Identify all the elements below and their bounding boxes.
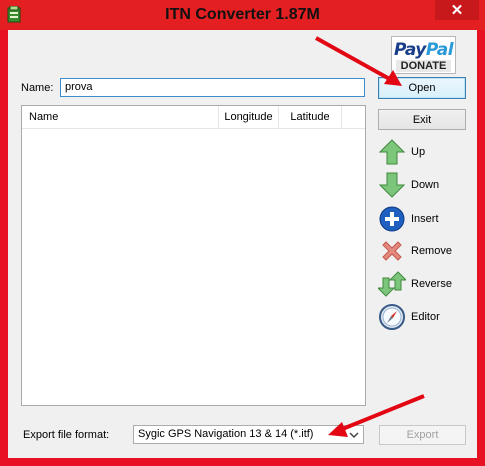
reverse-label: Reverse (411, 278, 452, 290)
arrow-up-icon (378, 139, 406, 165)
reverse-arrows-icon (378, 271, 406, 297)
editor-button[interactable]: Editor (378, 303, 468, 331)
export-format-value: Sygic GPS Navigation 13 & 14 (*.itf) (138, 428, 314, 440)
up-label: Up (411, 146, 426, 158)
editor-label: Editor (411, 311, 440, 323)
paypal-donate-button[interactable]: PayPal DONATE (391, 36, 456, 74)
client-area: PayPal DONATE Name: prova Open Exit Name… (8, 30, 477, 458)
list-header: Name Longitude Latitude (22, 106, 365, 129)
donate-label: DONATE (396, 60, 451, 72)
arrow-down-icon (378, 172, 406, 198)
waypoint-list[interactable]: Name Longitude Latitude (21, 105, 366, 406)
title-bar[interactable]: ITN Converter 1.87M ✕ (0, 0, 485, 30)
name-input[interactable]: prova (60, 78, 365, 97)
insert-label: Insert (411, 213, 439, 225)
window-title: ITN Converter 1.87M (165, 6, 320, 23)
export-format-label: Export file format: (23, 429, 110, 441)
remove-label: Remove (411, 245, 452, 257)
close-button[interactable]: ✕ (435, 0, 479, 20)
remove-x-icon (382, 241, 402, 261)
export-button[interactable]: Export (379, 425, 466, 445)
column-header-name[interactable]: Name (22, 106, 219, 128)
open-button[interactable]: Open (378, 77, 466, 99)
paypal-logo: PayPal (393, 40, 454, 60)
down-label: Down (411, 179, 440, 191)
name-label: Name: (21, 82, 54, 94)
reverse-button[interactable]: Reverse (378, 270, 468, 298)
chevron-down-icon (349, 432, 359, 439)
compass-icon (379, 304, 405, 330)
down-button[interactable]: Down (378, 171, 468, 199)
remove-button[interactable]: Remove (378, 237, 468, 265)
close-icon: ✕ (450, 2, 464, 19)
plus-circle-icon (379, 206, 405, 232)
insert-button[interactable]: Insert (378, 205, 468, 233)
up-button[interactable]: Up (378, 138, 468, 166)
column-header-longitude[interactable]: Longitude (219, 106, 279, 128)
export-format-select[interactable]: Sygic GPS Navigation 13 & 14 (*.itf) (133, 425, 364, 444)
column-header-latitude[interactable]: Latitude (279, 106, 342, 128)
exit-button[interactable]: Exit (378, 109, 466, 130)
app-window: ITN Converter 1.87M ✕ PayPal DONATE Name… (0, 0, 485, 466)
